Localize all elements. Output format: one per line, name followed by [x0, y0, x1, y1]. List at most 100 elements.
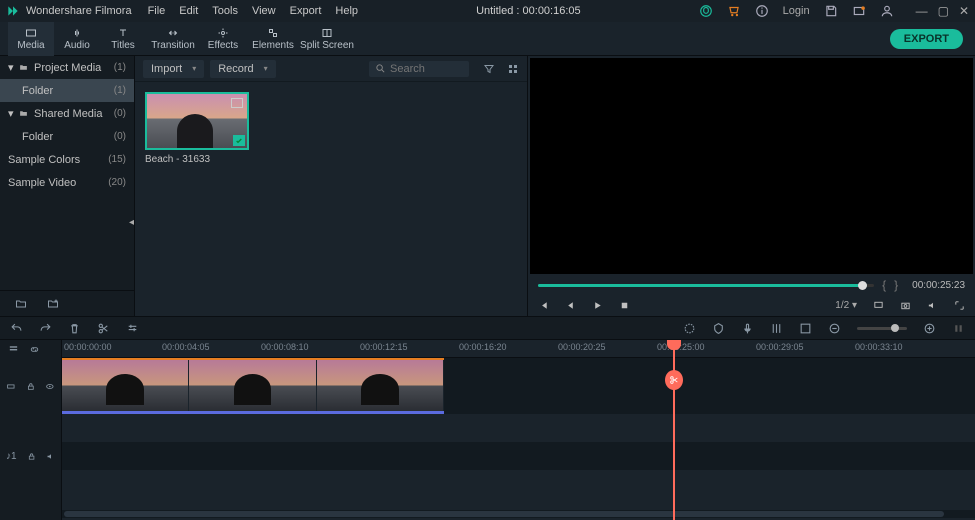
close-button[interactable]: ✕ [959, 4, 969, 18]
menu-export[interactable]: Export [290, 5, 322, 17]
audio-track[interactable] [62, 442, 975, 470]
zoom-fit-icon[interactable] [952, 322, 965, 335]
timeline-ruler[interactable]: 00:00:00:00 00:00:04:05 00:00:08:10 00:0… [62, 340, 975, 358]
timeline-toolbar [0, 316, 975, 340]
menu-help[interactable]: Help [335, 5, 358, 17]
account-icon[interactable] [880, 4, 894, 18]
track-settings-icon[interactable] [6, 381, 16, 392]
adjust-icon[interactable] [126, 322, 139, 335]
audio-lock-icon[interactable] [27, 451, 36, 462]
fullscreen-icon[interactable] [954, 300, 965, 311]
tab-split-screen[interactable]: Split Screen [300, 22, 354, 56]
menu-tools[interactable]: Tools [212, 5, 238, 17]
tab-transition[interactable]: Transition [146, 22, 200, 56]
track-lock-icon[interactable] [26, 381, 36, 392]
add-to-timeline-icon[interactable] [231, 98, 243, 108]
mark-in-button[interactable]: { [882, 278, 886, 292]
zoom-slider[interactable] [857, 327, 907, 330]
collapse-sidebar-icon[interactable]: ◂ [129, 217, 134, 228]
split-icon[interactable] [97, 322, 110, 335]
snapshot-icon[interactable] [900, 300, 911, 311]
tab-elements[interactable]: Elements [246, 22, 300, 56]
redo-icon[interactable] [39, 322, 52, 335]
menu-view[interactable]: View [252, 5, 276, 17]
maximize-button[interactable]: ▢ [938, 4, 949, 18]
grid-view-icon[interactable] [507, 63, 519, 75]
sidebar-item-folder-1[interactable]: Folder(1) [0, 79, 134, 102]
preview-scale[interactable]: 1/2 ▾ [835, 300, 857, 311]
track-options-icon[interactable] [8, 344, 19, 355]
chevron-down-icon: ▾ [192, 64, 196, 73]
support-icon[interactable] [699, 4, 713, 18]
play-button[interactable] [592, 300, 603, 311]
mark-out-button[interactable]: } [894, 278, 898, 292]
stop-button[interactable] [619, 300, 630, 311]
app-logo-icon [6, 4, 20, 18]
new-folder-plus-icon[interactable] [46, 298, 60, 310]
sidebar-item-sample-video[interactable]: Sample Video(20) [0, 171, 134, 194]
selected-check-icon [233, 135, 245, 146]
media-sidebar: ▾Project Media(1) Folder(1) ▾Shared Medi… [0, 56, 135, 316]
tab-audio[interactable]: Audio [54, 22, 100, 56]
scissors-icon[interactable] [665, 370, 683, 390]
volume-icon[interactable] [927, 300, 938, 311]
folder-icon [18, 63, 29, 72]
display-icon[interactable] [873, 300, 884, 311]
zoom-in-icon[interactable] [923, 322, 936, 335]
clip-label: Beach - 31633 [145, 154, 249, 165]
login-button[interactable]: Login [783, 5, 810, 17]
playhead[interactable] [673, 340, 675, 520]
preview-panel: { } 00:00:25:23 1/2 ▾ [528, 56, 975, 316]
track-visible-icon[interactable] [45, 381, 55, 392]
prev-frame-button[interactable] [538, 300, 549, 311]
link-icon[interactable] [29, 344, 40, 355]
voiceover-icon[interactable] [741, 322, 754, 335]
main-menu: File Edit Tools View Export Help [148, 5, 358, 17]
info-icon[interactable] [755, 4, 769, 18]
minimize-button[interactable]: — [916, 4, 928, 18]
new-folder-icon[interactable] [14, 298, 28, 310]
timeline: ♪1 00:00:00:00 00:00:04:05 00:00:08:10 0… [0, 340, 975, 520]
undo-icon[interactable] [10, 322, 23, 335]
chevron-down-icon: ▾ [264, 64, 268, 73]
search-icon [375, 63, 386, 74]
menu-file[interactable]: File [148, 5, 166, 17]
step-back-button[interactable] [565, 300, 576, 311]
settings-icon[interactable] [799, 322, 812, 335]
video-clip[interactable] [62, 358, 444, 414]
sidebar-item-project-media[interactable]: ▾Project Media(1) [0, 56, 134, 79]
delete-icon[interactable] [68, 322, 81, 335]
media-panel: Import▾ Record▾ ◂ Beach - 31633 [135, 56, 528, 316]
window-title: Untitled : 00:00:16:05 [358, 5, 699, 17]
preview-scrubber[interactable] [538, 284, 874, 287]
media-clip[interactable]: Beach - 31633 [145, 92, 249, 165]
folder-icon [18, 109, 29, 118]
audio-mute-icon[interactable] [46, 451, 55, 462]
search-box[interactable] [369, 61, 469, 77]
import-dropdown[interactable]: Import▾ [143, 60, 204, 78]
sidebar-item-folder-2[interactable]: Folder(0) [0, 125, 134, 148]
cart-icon[interactable] [727, 4, 741, 18]
marker-icon[interactable] [712, 322, 725, 335]
app-name: Wondershare Filmora [26, 5, 132, 17]
sidebar-item-sample-colors[interactable]: Sample Colors(15) [0, 148, 134, 171]
save-icon[interactable] [824, 4, 838, 18]
record-dropdown[interactable]: Record▾ [210, 60, 275, 78]
tab-titles[interactable]: Titles [100, 22, 146, 56]
tab-media[interactable]: Media [8, 22, 54, 56]
export-button[interactable]: EXPORT [890, 29, 963, 49]
video-track[interactable] [62, 358, 975, 414]
render-icon[interactable] [683, 322, 696, 335]
clip-thumbnail[interactable] [145, 92, 249, 150]
preview-viewport[interactable] [530, 58, 973, 274]
search-input[interactable] [390, 63, 460, 75]
mixer-icon[interactable] [770, 322, 783, 335]
tab-effects[interactable]: Effects [200, 22, 246, 56]
zoom-out-icon[interactable] [828, 322, 841, 335]
timeline-scrollbar[interactable] [62, 510, 975, 518]
preview-duration: 00:00:25:23 [912, 280, 965, 291]
message-icon[interactable] [852, 4, 866, 18]
sidebar-item-shared-media[interactable]: ▾Shared Media(0) [0, 102, 134, 125]
menu-edit[interactable]: Edit [179, 5, 198, 17]
filter-icon[interactable] [483, 63, 495, 75]
